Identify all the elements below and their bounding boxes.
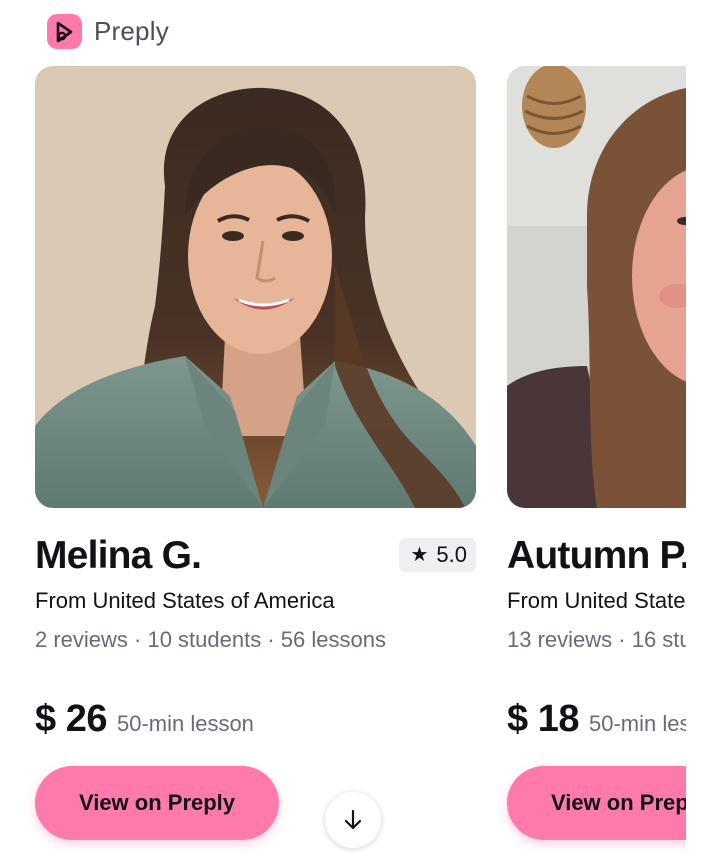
price-note: 50-min lesson — [116, 711, 254, 736]
view-on-preply-button[interactable]: View on Preply — [35, 766, 279, 840]
tutor-card: Autumn P. From United States of America … — [507, 66, 686, 840]
tutor-name: Autumn P. — [507, 534, 686, 577]
price: $ 18 — [507, 698, 579, 740]
star-icon: ★ — [410, 544, 429, 566]
tutor-photo — [35, 66, 476, 508]
tutor-stats: 2 reviews · 10 students · 56 lessons — [35, 627, 386, 652]
tutor-card: Melina G. ★ 5.0 From United States of Am… — [35, 66, 476, 840]
tutor-stats: 13 reviews · 16 students — [507, 627, 686, 652]
tutor-name: Melina G. — [35, 534, 202, 577]
name-row: Melina G. ★ 5.0 — [35, 532, 476, 580]
price-row: $ 26 50-min lesson — [35, 698, 254, 741]
price-row: $ 18 50-min lesson — [507, 698, 686, 741]
price-note: 50-min lesson — [588, 711, 686, 736]
tutor-origin: From United States of America — [35, 588, 335, 613]
rating-value: 5.0 — [436, 542, 467, 567]
tutor-photo — [507, 66, 686, 508]
tutor-carousel[interactable]: Melina G. ★ 5.0 From United States of Am… — [0, 0, 686, 853]
tutor-origin: From United States of America — [507, 588, 686, 613]
scroll-down-button[interactable] — [325, 792, 381, 848]
arrow-down-icon — [344, 809, 362, 830]
rating-badge: ★ 5.0 — [399, 538, 476, 572]
price: $ 26 — [35, 698, 107, 740]
name-row: Autumn P. — [507, 532, 686, 580]
view-on-preply-button[interactable]: View on Preply — [507, 766, 686, 840]
